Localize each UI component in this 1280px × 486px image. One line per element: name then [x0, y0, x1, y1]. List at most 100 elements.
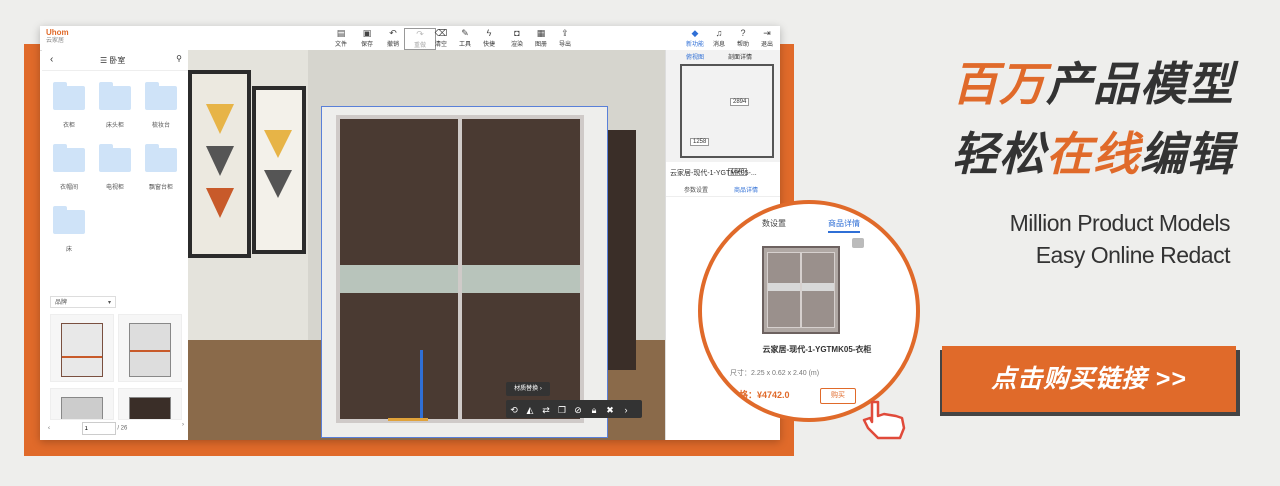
- wardrobe-thumb-image: [129, 397, 171, 419]
- folder-icon: [99, 82, 131, 110]
- shortcut-icon: ϟ: [486, 28, 492, 38]
- page-input[interactable]: [81, 422, 116, 435]
- help-icon: ?: [740, 28, 746, 38]
- catalog-title: ☰ 卧室: [100, 56, 126, 65]
- 3d-viewport[interactable]: 材质替换 › ⟲◭⇄❐⊘🔒︎✖› 2D 3D ◉ ▥ ⛶ ⊖ ⊕: [188, 50, 665, 440]
- brand-select[interactable]: 品牌 ▾: [50, 296, 116, 308]
- product-thumb[interactable]: [118, 388, 182, 420]
- folder-item[interactable]: 梳妆台: [140, 78, 182, 136]
- subtitle-en-line1: Million Product Models: [1009, 210, 1231, 236]
- pagination: ‹ / 26 ›: [48, 422, 184, 435]
- folder-icon: [53, 144, 85, 172]
- help-button[interactable]: ? 帮助: [730, 28, 756, 48]
- chat-icon[interactable]: [852, 238, 864, 248]
- product-size: 尺寸：2.25 x 0.62 x 2.40 (m): [730, 370, 820, 377]
- render-button[interactable]: ◘ 渲染: [504, 28, 530, 48]
- folder-icon: [145, 82, 177, 110]
- buy-link-button[interactable]: 点击购买链接 >>: [940, 346, 1240, 416]
- wardrobe-door-left: [336, 115, 462, 423]
- object-toolbar: ⟲ ◭ ⇄ ❐ ⊘ 🔒︎ ✖ ›: [506, 400, 642, 418]
- wall-painting: [188, 70, 251, 258]
- clear-button[interactable]: ⌫ 清空: [428, 28, 454, 48]
- exit-icon: ⇥: [763, 28, 771, 38]
- dimension-label: 1258: [690, 138, 710, 146]
- folder-icon: [145, 144, 177, 172]
- wall-painting: [252, 86, 306, 254]
- wardrobe-thumb-image: [129, 323, 171, 377]
- buy-button[interactable]: 购买: [820, 388, 856, 404]
- product-name: 云家居-现代-1-YGTMK05-衣柜: [762, 345, 872, 354]
- mirror-icon[interactable]: ◭: [522, 401, 538, 419]
- selected-wardrobe[interactable]: [321, 106, 608, 438]
- prev-page-icon[interactable]: ‹: [48, 426, 50, 432]
- lock-icon[interactable]: 🔒︎: [586, 401, 602, 419]
- folder-item[interactable]: 床: [48, 202, 90, 260]
- album-button[interactable]: ▦ 图册: [528, 28, 554, 48]
- bell-icon: ♫: [715, 28, 723, 38]
- tab-detail[interactable]: 商品详情: [828, 218, 860, 233]
- folder-item[interactable]: 床头柜: [94, 78, 136, 136]
- save-button[interactable]: ▣ 保存: [354, 28, 380, 48]
- move-y-axis-handle[interactable]: [420, 350, 423, 420]
- tab-params[interactable]: 参数设置: [684, 185, 708, 194]
- product-door-band: [768, 283, 800, 291]
- exit-button[interactable]: ⇥ 退出: [754, 28, 780, 48]
- delete-icon[interactable]: ✖: [602, 401, 618, 419]
- folder-item[interactable]: 衣柜: [48, 78, 90, 136]
- buy-link-label: 点击购买链接 >>: [942, 346, 1236, 412]
- floor-plan-preview[interactable]: 俯视图 剖面详情 2894 1258 1840: [666, 50, 780, 176]
- catalog-panel: ‹ ☰ 卧室 ⚲ 衣柜 床头柜 梳妆台 衣帽间 电视柜 飘窗台柜 床 品牌 ▾ ‹…: [42, 50, 189, 440]
- tools-button[interactable]: ✎ 工具: [452, 28, 478, 48]
- material-replace-button[interactable]: 材质替换 ›: [506, 382, 550, 396]
- side-shelf: [606, 130, 636, 370]
- render-icon: ◘: [514, 28, 520, 38]
- tab-detail[interactable]: 商品详情: [734, 185, 758, 194]
- headline-line2: 轻松在线编辑: [952, 128, 1234, 180]
- shortcut-button[interactable]: ϟ 快捷: [476, 28, 502, 48]
- product-door: [767, 252, 801, 328]
- product-title: 云家居-现代-1-YGTMK05-...: [670, 170, 757, 177]
- next-page-icon[interactable]: ›: [182, 422, 184, 428]
- folder-item[interactable]: 衣帽间: [48, 140, 90, 198]
- new-feature-icon: ◆: [691, 28, 699, 38]
- tab-section[interactable]: 剖面详情: [728, 52, 752, 61]
- export-button[interactable]: ⇪ 导出: [552, 28, 578, 48]
- top-toolbar: Uhom 云家居 ▤ 文件 ▣ 保存 ↶ 撤销 ↷ 重做 ⌫ 清空 ✎ 工具 ϟ 快捷 ◘ 渲染 …: [40, 26, 780, 51]
- swap-icon[interactable]: ⇄: [538, 401, 554, 419]
- painting-shape: [264, 170, 292, 198]
- clear-icon: ⌫: [434, 28, 448, 38]
- back-icon[interactable]: ‹: [50, 54, 53, 65]
- wardrobe-thumb-image: [61, 323, 103, 377]
- folder-icon: [53, 82, 85, 110]
- file-button[interactable]: ▤ 文件: [328, 28, 354, 48]
- product-door-band: [802, 283, 834, 291]
- wardrobe-thumb-image: [61, 397, 103, 419]
- plan-tabs: 俯视图 剖面详情: [666, 50, 780, 61]
- folder-item[interactable]: 飘窗台柜: [140, 140, 182, 198]
- hide-icon[interactable]: ⊘: [570, 401, 586, 419]
- search-icon[interactable]: ⚲: [176, 54, 182, 63]
- folder-icon: [99, 144, 131, 172]
- door-glass-strip: [340, 265, 458, 293]
- rotate-icon[interactable]: ⟲: [506, 401, 522, 419]
- product-thumb[interactable]: [118, 314, 182, 382]
- painting-shape: [206, 188, 234, 218]
- move-x-axis-handle[interactable]: [388, 418, 428, 421]
- folder-icon: [53, 206, 85, 234]
- tab-top-view[interactable]: 俯视图: [686, 52, 704, 61]
- door-glass-strip: [462, 265, 580, 293]
- undo-icon: ↶: [389, 28, 397, 38]
- messages-button[interactable]: ♫ 消息: [706, 28, 732, 48]
- save-icon: ▣: [362, 28, 372, 38]
- tab-params[interactable]: 数设置: [762, 218, 786, 229]
- product-thumb[interactable]: [50, 314, 114, 382]
- new-feature-button[interactable]: ◆ 新功能: [682, 28, 708, 48]
- file-icon: ▤: [336, 28, 346, 38]
- copy-icon[interactable]: ❐: [554, 401, 570, 419]
- folder-item[interactable]: 电视柜: [94, 140, 136, 198]
- product-thumb[interactable]: [50, 388, 114, 420]
- more-icon[interactable]: ›: [618, 401, 634, 419]
- undo-button[interactable]: ↶ 撤销: [380, 28, 406, 48]
- product-door: [801, 252, 835, 328]
- dimension-label: 2894: [730, 98, 750, 106]
